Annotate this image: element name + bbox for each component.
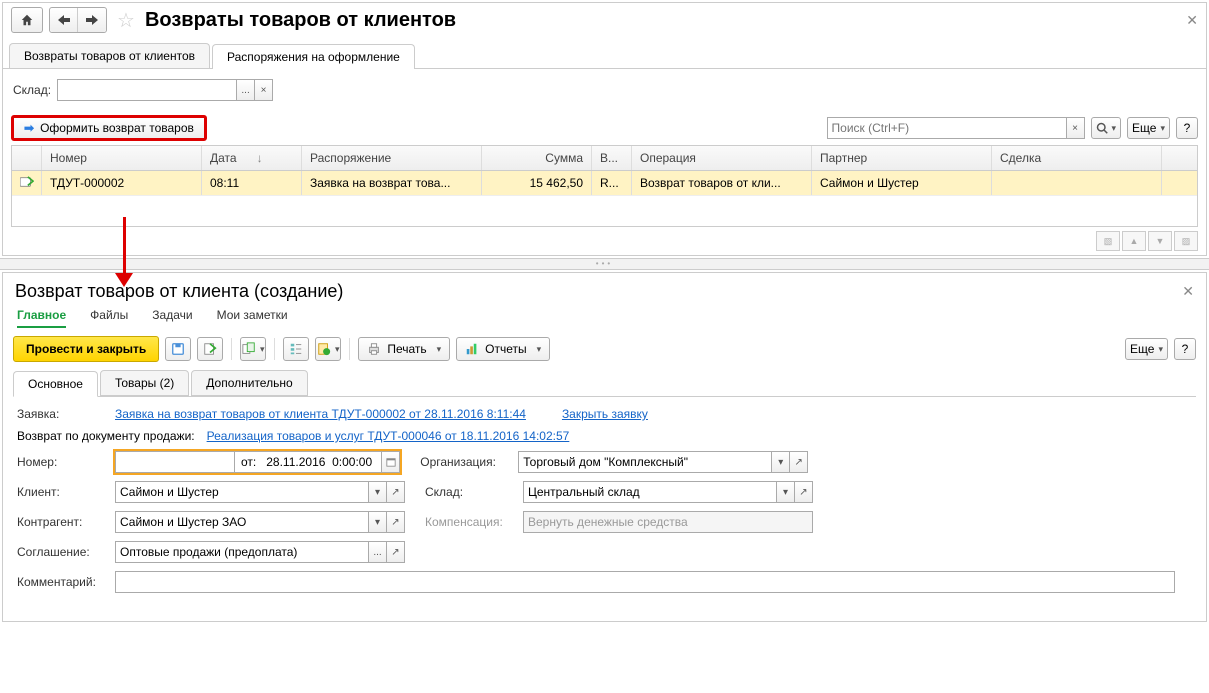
- row-status-icon: [12, 171, 42, 195]
- compensation-input: [523, 511, 813, 533]
- search-settings-button[interactable]: [1091, 117, 1122, 139]
- back-button[interactable]: [50, 8, 78, 32]
- close-request-link[interactable]: Закрыть заявку: [562, 407, 648, 421]
- organization-open-button[interactable]: ↗: [790, 451, 808, 473]
- scroll-top-button[interactable]: ▧: [1096, 231, 1120, 251]
- sale-doc-link[interactable]: Реализация товаров и услуг ТДУТ-000046 о…: [207, 429, 570, 443]
- scroll-bottom-button[interactable]: ▨: [1174, 231, 1198, 251]
- close-icon[interactable]: ✕: [1186, 12, 1198, 29]
- client-open-button[interactable]: ↗: [387, 481, 405, 503]
- tab-orders[interactable]: Распоряжения на оформление: [212, 44, 415, 69]
- from-label: от:: [235, 451, 262, 473]
- create-return-label: Оформить возврат товаров: [40, 121, 194, 135]
- scroll-down-button[interactable]: ▼: [1148, 231, 1172, 251]
- comment-input[interactable]: [115, 571, 1175, 593]
- menu-notes[interactable]: Мои заметки: [217, 308, 288, 328]
- more-button[interactable]: Еще: [1127, 117, 1170, 139]
- col-currency[interactable]: В...: [592, 146, 632, 170]
- col-operation[interactable]: Операция: [632, 146, 812, 170]
- tab-goods[interactable]: Товары (2): [100, 370, 189, 396]
- tab-main[interactable]: Основное: [13, 371, 98, 397]
- counterparty-dropdown-button[interactable]: ▾: [369, 511, 387, 533]
- agreement-open-button[interactable]: ↗: [387, 541, 405, 563]
- create-based-on-button[interactable]: [240, 337, 266, 361]
- col-date[interactable]: Дата↓: [202, 146, 302, 170]
- table-row[interactable]: ТДУТ-000002 08:11 Заявка на возврат това…: [12, 171, 1197, 196]
- number-input[interactable]: [115, 451, 235, 473]
- client-label: Клиент:: [17, 485, 107, 499]
- calendar-button[interactable]: [382, 451, 400, 473]
- agreement-select-button[interactable]: ...: [369, 541, 387, 563]
- menu-main[interactable]: Главное: [17, 308, 66, 328]
- help-button[interactable]: ?: [1176, 117, 1198, 139]
- orders-grid: Номер Дата↓ Распоряжение Сумма В... Опер…: [11, 145, 1198, 227]
- agreement-input[interactable]: [115, 541, 369, 563]
- warehouse-input-2[interactable]: [523, 481, 777, 503]
- search-input[interactable]: [827, 117, 1067, 139]
- reports-button[interactable]: Отчеты: [456, 337, 550, 361]
- red-arrow-annotation: [73, 217, 183, 289]
- search-clear-button[interactable]: ×: [1067, 117, 1085, 139]
- top-tabs: Возвраты товаров от клиентов Распоряжени…: [3, 37, 1206, 69]
- favorite-star-icon[interactable]: ☆: [117, 8, 135, 33]
- compensation-label: Компенсация:: [425, 515, 515, 529]
- sale-doc-label: Возврат по документу продажи:: [17, 429, 195, 443]
- close-document-icon[interactable]: ✕: [1182, 283, 1194, 300]
- home-button[interactable]: [11, 7, 43, 33]
- agreement-label: Соглашение:: [17, 545, 107, 559]
- post-button[interactable]: [197, 337, 223, 361]
- client-input[interactable]: [115, 481, 369, 503]
- warehouse-input[interactable]: [57, 79, 237, 101]
- col-partner[interactable]: Партнер: [812, 146, 992, 170]
- warehouse-dropdown-button[interactable]: ▾: [777, 481, 795, 503]
- col-sum[interactable]: Сумма: [482, 146, 592, 170]
- organization-label: Организация:: [420, 455, 510, 469]
- help-button-bottom[interactable]: ?: [1174, 338, 1196, 360]
- organization-input[interactable]: [518, 451, 772, 473]
- col-deal[interactable]: Сделка: [992, 146, 1162, 170]
- create-return-button[interactable]: ➡ Оформить возврат товаров: [11, 115, 207, 141]
- date-input[interactable]: [262, 451, 382, 473]
- edi-button[interactable]: [315, 337, 341, 361]
- counterparty-open-button[interactable]: ↗: [387, 511, 405, 533]
- sort-indicator-icon: ↓: [257, 151, 263, 165]
- number-label: Номер:: [17, 455, 107, 469]
- forward-button[interactable]: [78, 8, 106, 32]
- request-link[interactable]: Заявка на возврат товаров от клиента ТДУ…: [115, 407, 526, 421]
- scroll-up-button[interactable]: ▲: [1122, 231, 1146, 251]
- warehouse-label-2: Склад:: [425, 485, 515, 499]
- menu-tasks[interactable]: Задачи: [152, 308, 192, 328]
- warehouse-label: Склад:: [13, 83, 51, 97]
- organization-dropdown-button[interactable]: ▾: [772, 451, 790, 473]
- comment-label: Комментарий:: [17, 575, 107, 589]
- print-button[interactable]: Печать: [358, 337, 450, 361]
- structure-button[interactable]: [283, 337, 309, 361]
- menu-files[interactable]: Файлы: [90, 308, 128, 328]
- client-dropdown-button[interactable]: ▾: [369, 481, 387, 503]
- page-title: Возвраты товаров от клиентов: [145, 9, 456, 32]
- tab-additional[interactable]: Дополнительно: [191, 370, 307, 396]
- request-label: Заявка:: [17, 407, 107, 421]
- more-button-bottom[interactable]: Еще: [1125, 338, 1168, 360]
- col-number[interactable]: Номер: [42, 146, 202, 170]
- tab-returns[interactable]: Возвраты товаров от клиентов: [9, 43, 210, 68]
- counterparty-input[interactable]: [115, 511, 369, 533]
- arrow-right-icon: ➡: [24, 121, 34, 135]
- post-and-close-button[interactable]: Провести и закрыть: [13, 336, 159, 362]
- save-button[interactable]: [165, 337, 191, 361]
- col-order[interactable]: Распоряжение: [302, 146, 482, 170]
- counterparty-label: Контрагент:: [17, 515, 107, 529]
- warehouse-open-button[interactable]: ↗: [795, 481, 813, 503]
- warehouse-clear-button[interactable]: ×: [255, 79, 273, 101]
- warehouse-select-button[interactable]: ...: [237, 79, 255, 101]
